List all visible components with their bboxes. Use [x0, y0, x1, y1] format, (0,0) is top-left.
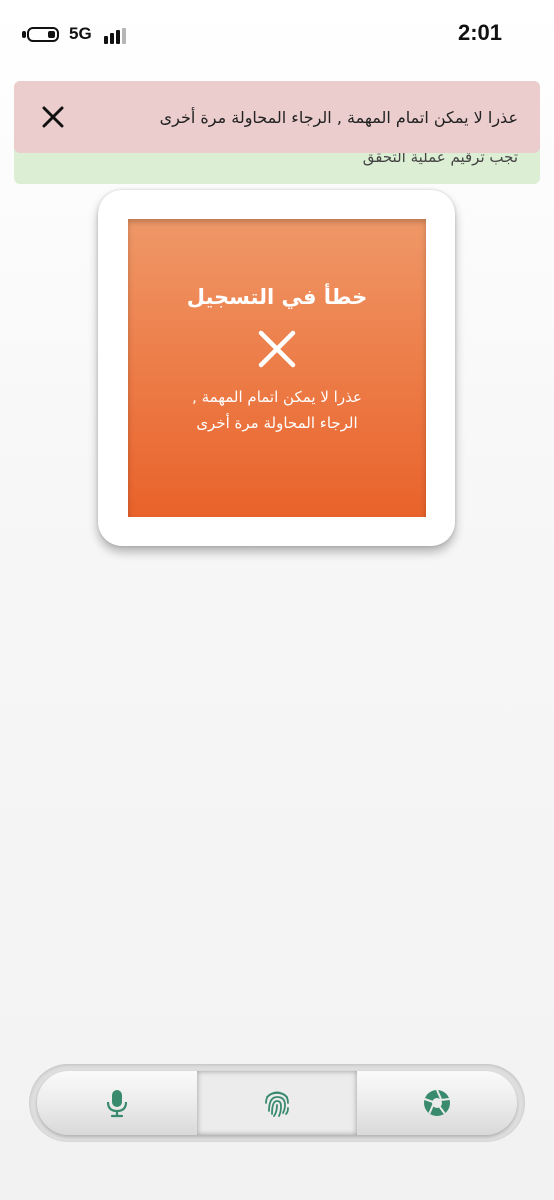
error-message-line1: عذرا لا يمكن اتمام المهمة , [192, 388, 362, 406]
battery-tip [22, 31, 26, 38]
error-message: عذرا لا يمكن اتمام المهمة , الرجاء المحا… [128, 384, 426, 436]
battery-icon [27, 27, 59, 42]
camera-aperture-icon [421, 1087, 453, 1119]
auth-method-track [37, 1071, 517, 1135]
fingerprint-icon [261, 1087, 293, 1119]
error-message-line2: الرجاء المحاولة مرة أخرى [196, 414, 358, 432]
registration-error-card: خطأ في التسجيل عذرا لا يمكن اتمام المهمة… [98, 190, 455, 546]
auth-method-selector [29, 1064, 525, 1142]
error-toast: عذرا لا يمكن اتمام المهمة , الرجاء المحا… [14, 81, 540, 153]
signal-strength-icon [104, 28, 128, 44]
error-panel: خطأ في التسجيل عذرا لا يمكن اتمام المهمة… [128, 219, 426, 517]
error-title: خطأ في التسجيل [186, 285, 368, 309]
voice-auth-button[interactable] [37, 1071, 197, 1135]
error-x-icon [258, 330, 296, 368]
close-icon[interactable] [40, 104, 66, 130]
face-auth-button[interactable] [357, 1071, 517, 1135]
status-time: 2:01 [457, 20, 502, 45]
microphone-icon [101, 1087, 133, 1119]
status-bar: 5G 2:01 [0, 0, 554, 72]
error-toast-message: عذرا لا يمكن اتمام المهمة , الرجاء المحا… [159, 108, 518, 127]
fingerprint-auth-button[interactable] [197, 1071, 357, 1135]
network-type: 5G [69, 24, 92, 43]
